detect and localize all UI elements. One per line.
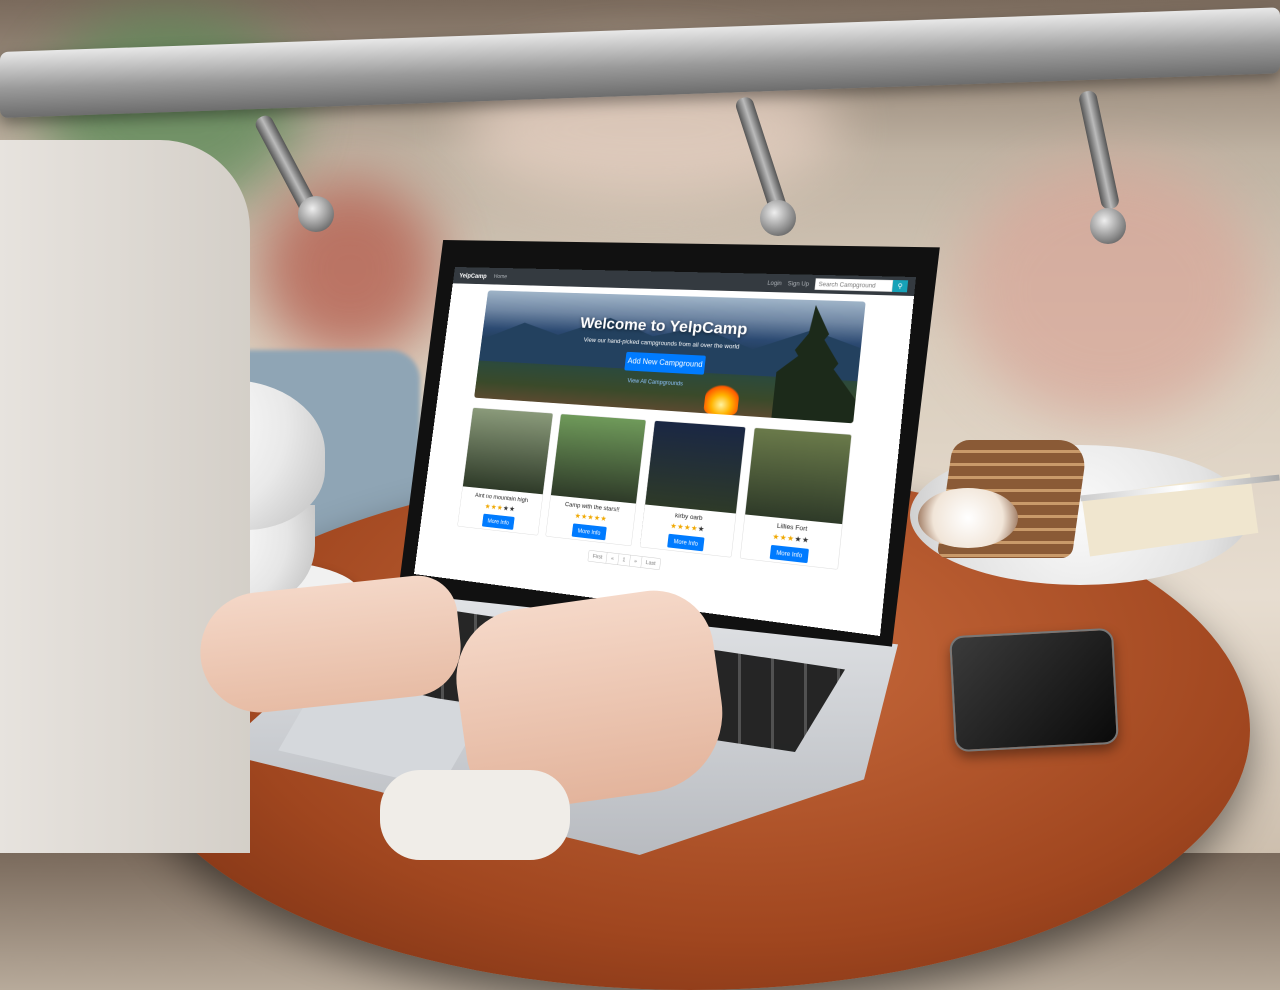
- laptop-screen: YelpCamp Home Login Sign Up Search Campg…: [413, 267, 916, 636]
- railing-knob-3: [1090, 208, 1126, 244]
- campground-card: Camp with the stars!! ★★★★★ More Info: [545, 413, 647, 547]
- add-campground-button[interactable]: Add New Campground: [624, 351, 706, 375]
- star-empty-icon: ★: [801, 535, 810, 545]
- star-empty-icon: ★: [697, 524, 706, 534]
- pagination-last[interactable]: Last: [641, 557, 660, 570]
- nav-signup-link[interactable]: Sign Up: [787, 280, 809, 287]
- person-shoulder: [0, 140, 250, 853]
- campground-image: [745, 427, 852, 525]
- search-icon: ⚲: [897, 282, 904, 290]
- campground-image: [644, 420, 746, 514]
- pagination-first[interactable]: First: [588, 550, 608, 564]
- smartphone: [949, 627, 1119, 753]
- campground-grid: Aint no mountain high ★★★★★ More Info Ca…: [457, 407, 852, 570]
- more-info-button[interactable]: More Info: [571, 523, 607, 541]
- pagination: First « 1 » Last: [587, 549, 661, 571]
- railing-knob-1: [298, 196, 334, 232]
- campground-card: Lillies Fort ★★★★★ More Info: [739, 427, 852, 570]
- nav-login-link[interactable]: Login: [767, 280, 782, 287]
- railing-knob-2: [760, 200, 796, 236]
- more-info-button[interactable]: More Info: [481, 513, 515, 530]
- star-filled-icon: ★: [600, 514, 608, 524]
- hero-jumbotron: Welcome to YelpCamp View our hand-picked…: [474, 290, 866, 424]
- more-info-button[interactable]: More Info: [667, 533, 705, 552]
- campground-image: [551, 414, 646, 504]
- campground-card: kirby oarb ★★★★★ More Info: [639, 420, 746, 558]
- star-empty-icon: ★: [508, 504, 516, 514]
- search-button[interactable]: ⚲: [892, 279, 909, 293]
- whipped-cream: [918, 488, 1018, 548]
- campground-card: Aint no mountain high ★★★★★ More Info: [457, 407, 554, 536]
- nav-home-link[interactable]: Home: [494, 273, 508, 279]
- background-blur-shop: [260, 180, 440, 360]
- campground-image: [462, 407, 553, 495]
- search-input[interactable]: Search Campground: [814, 278, 894, 292]
- sweater-sleeve: [380, 770, 570, 860]
- more-info-button[interactable]: More Info: [769, 544, 810, 564]
- navbar-brand[interactable]: YelpCamp: [459, 272, 487, 280]
